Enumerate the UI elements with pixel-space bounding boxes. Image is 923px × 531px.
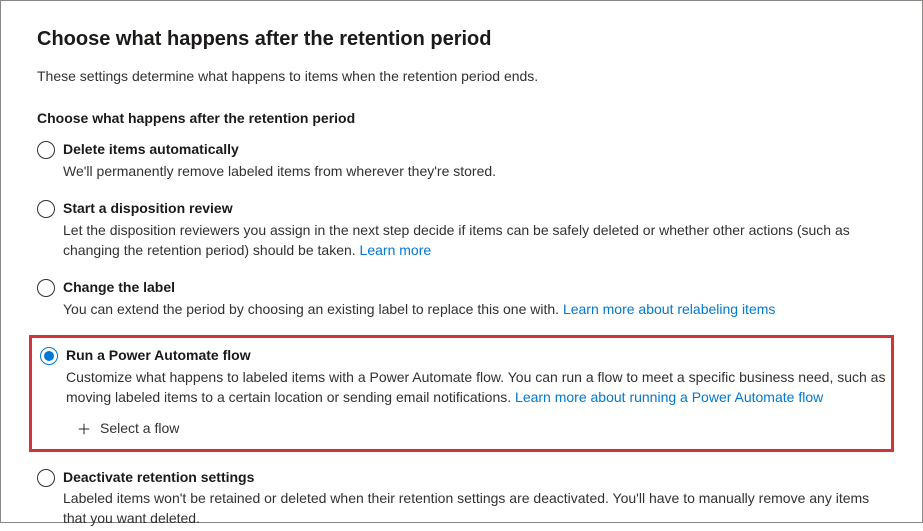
option-delete[interactable]: Delete items automatically We'll permane… — [37, 138, 886, 183]
option-change-label-desc: You can extend the period by choosing an… — [63, 300, 886, 320]
highlight-box-power-automate: Run a Power Automate flow Customize what… — [29, 335, 894, 451]
option-disposition-label: Start a disposition review — [63, 199, 886, 219]
option-change-label-desc-text: You can extend the period by choosing an… — [63, 301, 563, 317]
option-change-label-body: Change the label You can extend the peri… — [63, 278, 886, 319]
radio-power-automate[interactable] — [40, 347, 58, 365]
select-flow-button[interactable]: Select a flow — [76, 419, 887, 439]
radio-delete[interactable] — [37, 141, 55, 159]
link-power-automate-learn-more[interactable]: Learn more about running a Power Automat… — [515, 389, 823, 405]
link-disposition-learn-more[interactable]: Learn more — [360, 242, 432, 258]
option-deactivate[interactable]: Deactivate retention settings Labeled it… — [37, 466, 886, 531]
radio-change-label[interactable] — [37, 279, 55, 297]
option-disposition-desc-text: Let the disposition reviewers you assign… — [63, 222, 850, 258]
radio-deactivate[interactable] — [37, 469, 55, 487]
option-change-label[interactable]: Change the label You can extend the peri… — [37, 276, 886, 321]
option-power-automate-body: Run a Power Automate flow Customize what… — [66, 346, 887, 407]
option-delete-label: Delete items automatically — [63, 140, 886, 160]
section-heading: Choose what happens after the retention … — [37, 109, 886, 129]
option-power-automate-desc: Customize what happens to labeled items … — [66, 368, 887, 407]
page-subtitle: These settings determine what happens to… — [37, 67, 886, 87]
link-relabeling-learn-more[interactable]: Learn more about relabeling items — [563, 301, 775, 317]
option-delete-body: Delete items automatically We'll permane… — [63, 140, 886, 181]
option-change-label-label: Change the label — [63, 278, 886, 298]
option-disposition-body: Start a disposition review Let the dispo… — [63, 199, 886, 260]
plus-icon — [76, 421, 92, 437]
option-deactivate-body: Deactivate retention settings Labeled it… — [63, 468, 886, 529]
option-power-automate-label: Run a Power Automate flow — [66, 346, 887, 366]
option-deactivate-label: Deactivate retention settings — [63, 468, 886, 488]
option-delete-desc: We'll permanently remove labeled items f… — [63, 162, 886, 182]
option-disposition[interactable]: Start a disposition review Let the dispo… — [37, 197, 886, 262]
page-title: Choose what happens after the retention … — [37, 25, 886, 53]
radio-disposition[interactable] — [37, 200, 55, 218]
option-disposition-desc: Let the disposition reviewers you assign… — [63, 221, 886, 260]
select-flow-label: Select a flow — [100, 419, 179, 439]
option-power-automate[interactable]: Run a Power Automate flow Customize what… — [36, 344, 887, 409]
